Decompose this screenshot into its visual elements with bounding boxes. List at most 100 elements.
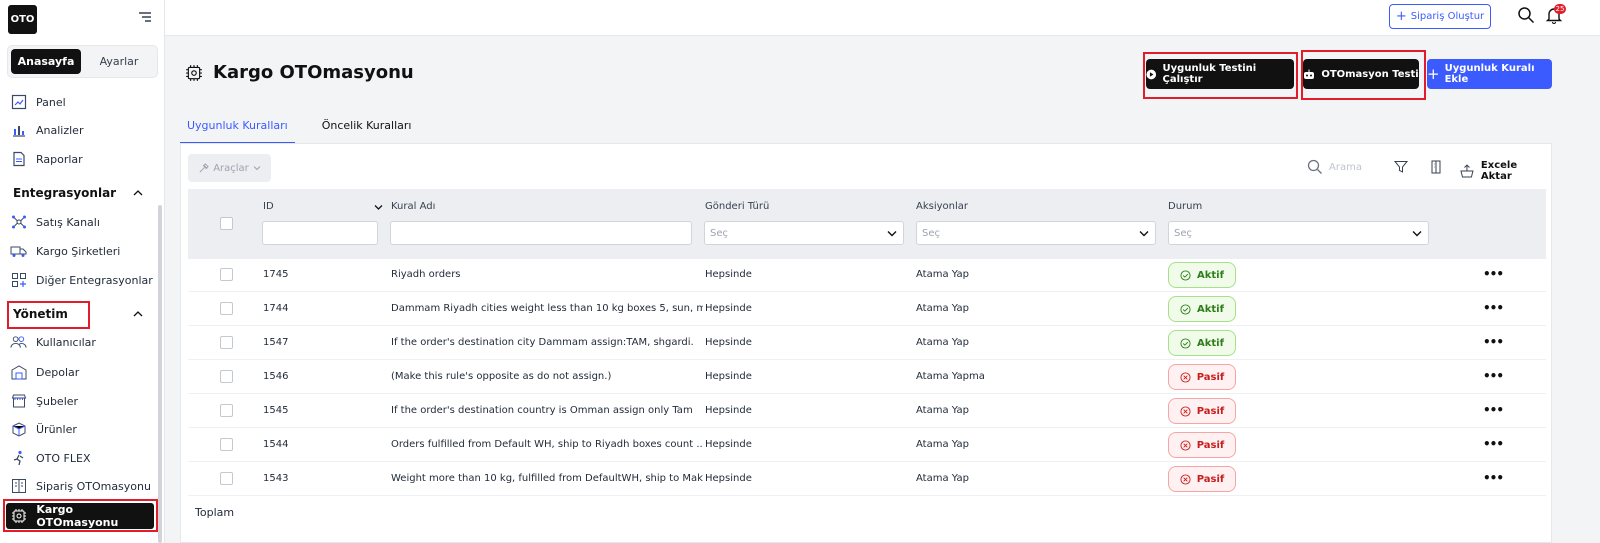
sidebar-item-analytics[interactable]: Analizler <box>10 119 158 141</box>
box-icon <box>10 421 27 438</box>
row-checkbox[interactable] <box>220 404 233 417</box>
sidebar-item-cargo-companies[interactable]: Kargo Şirketleri <box>10 240 158 262</box>
row-checkbox[interactable] <box>220 268 233 281</box>
settings-tab[interactable]: Ayarlar <box>84 49 154 74</box>
row-checkbox[interactable] <box>220 472 233 485</box>
select-all-checkbox[interactable] <box>220 217 233 230</box>
sidebar-item-cargo-automation[interactable]: Kargo OTOmasyonu <box>6 503 154 529</box>
table-row[interactable]: 1745 Riyadh orders Hepsinde Atama Yap Aktif •… <box>188 258 1546 292</box>
status-badge[interactable]: Aktif <box>1168 330 1236 356</box>
table-row[interactable]: 1547 If the order's destination city Damm… <box>188 326 1546 360</box>
col-shipment-type[interactable]: Gönderi Türü <box>705 201 769 212</box>
section-integrations[interactable]: Entegrasyonlar <box>13 186 143 200</box>
id-filter-input[interactable] <box>262 221 378 245</box>
sidebar-item-warehouses[interactable]: Depolar <box>10 361 158 383</box>
x-circle-icon <box>1180 439 1191 451</box>
table-row[interactable]: 1544 Orders fulfilled from Default WH, sh… <box>188 428 1546 462</box>
sidebar-item-reports[interactable]: Raporlar <box>10 148 158 170</box>
collapse-menu-icon[interactable] <box>138 11 152 23</box>
row-menu-icon[interactable]: ••• <box>1483 267 1504 281</box>
rule-name[interactable]: Orders fulfilled from Default WH, ship t… <box>391 439 703 450</box>
rule-id: 1547 <box>263 337 289 348</box>
report-icon <box>10 151 27 168</box>
row-menu-icon[interactable]: ••• <box>1483 437 1504 451</box>
row-menu-icon[interactable]: ••• <box>1483 369 1504 383</box>
row-checkbox[interactable] <box>220 370 233 383</box>
rule-tabs: Uygunluk Kuralları Öncelik Kuralları <box>180 116 418 144</box>
sidebar-item-order-automation[interactable]: Sipariş OTOmasyonu <box>10 475 158 497</box>
status-badge[interactable]: Pasif <box>1168 432 1236 458</box>
search-icon[interactable] <box>1517 6 1535 24</box>
home-tab[interactable]: Anasayfa <box>11 49 81 74</box>
sidebar-item-other-integrations[interactable]: Diğer Entegrasyonlar <box>10 269 158 291</box>
chevron-down-icon <box>887 230 897 236</box>
sidebar-item-users[interactable]: Kullanıcılar <box>10 331 158 353</box>
grid-plus-icon <box>10 272 27 289</box>
row-checkbox[interactable] <box>220 302 233 315</box>
sidebar-item-sales-channel[interactable]: Satış Kanalı <box>10 211 158 233</box>
actions-select[interactable]: Seç <box>916 221 1156 245</box>
status-select[interactable]: Seç <box>1168 221 1429 245</box>
plus-icon: + <box>1395 9 1407 24</box>
row-menu-icon[interactable]: ••• <box>1483 403 1504 417</box>
status-badge[interactable]: Pasif <box>1168 364 1236 390</box>
status-badge[interactable]: Pasif <box>1168 398 1236 424</box>
table-row[interactable]: 1546 (Make this rule's opposite as do not… <box>188 360 1546 394</box>
shipment-type: Hepsinde <box>705 337 752 348</box>
col-status[interactable]: Durum <box>1168 201 1202 212</box>
table-row[interactable]: 1545 If the order's destination country i… <box>188 394 1546 428</box>
filter-icon[interactable] <box>1394 160 1408 174</box>
sidebar-item-branches[interactable]: Şubeler <box>10 390 158 412</box>
shipment-type: Hepsinde <box>705 405 752 416</box>
shipment-type-select[interactable]: Seç <box>704 221 904 245</box>
create-order-button[interactable]: + Sipariş Oluştur <box>1389 4 1491 29</box>
col-rule-name[interactable]: Kural Adı <box>391 201 435 212</box>
row-checkbox[interactable] <box>220 438 233 451</box>
col-actions[interactable]: Aksiyonlar <box>916 201 968 212</box>
automation-test-button[interactable]: OTOmasyon Testi <box>1303 59 1419 89</box>
columns-icon[interactable] <box>1429 160 1443 174</box>
sidebar-scrollbar[interactable] <box>158 205 162 543</box>
row-menu-icon[interactable]: ••• <box>1483 301 1504 315</box>
sidebar-item-products[interactable]: Ürünler <box>10 418 158 440</box>
col-id[interactable]: ID <box>263 201 274 212</box>
tools-dropdown[interactable]: Araçlar <box>188 154 271 182</box>
row-menu-icon[interactable]: ••• <box>1483 471 1504 485</box>
status-badge[interactable]: Aktif <box>1168 296 1236 322</box>
rule-name-filter-input[interactable] <box>390 221 692 245</box>
rule-id: 1544 <box>263 439 289 450</box>
mode-switch: Anasayfa Ayarlar <box>7 45 158 78</box>
tab-eligibility-rules[interactable]: Uygunluk Kuralları <box>180 116 295 144</box>
store-icon <box>10 393 27 410</box>
truck-icon <box>10 243 27 260</box>
rule-name[interactable]: Dammam Riyadh cities weight less than 10… <box>391 303 703 314</box>
rule-name[interactable]: If the order's destination city Dammam a… <box>391 337 703 348</box>
row-menu-icon[interactable]: ••• <box>1483 335 1504 349</box>
notification-badge: 25 <box>1554 4 1566 14</box>
runner-icon <box>10 450 27 467</box>
status-badge[interactable]: Pasif <box>1168 466 1236 492</box>
rule-name[interactable]: (Make this rule's opposite as do not ass… <box>391 371 703 382</box>
tab-priority-rules[interactable]: Öncelik Kuralları <box>315 116 419 144</box>
check-circle-icon <box>1180 337 1191 349</box>
table-row[interactable]: 1543 Weight more than 10 kg, fulfilled fr… <box>188 462 1546 496</box>
status-badge[interactable]: Aktif <box>1168 262 1236 288</box>
chevron-down-icon[interactable] <box>374 204 383 211</box>
table-search[interactable]: Arama <box>1307 159 1362 175</box>
run-eligibility-test-button[interactable]: Uygunluk Testini Çalıştır <box>1146 59 1294 89</box>
table-row[interactable]: 1744 Dammam Riyadh cities weight less tha… <box>188 292 1546 326</box>
rule-action: Atama Yap <box>916 337 969 348</box>
section-management[interactable]: Yönetim <box>13 307 143 321</box>
add-eligibility-rule-button[interactable]: + Uygunluk Kuralı Ekle <box>1427 59 1552 89</box>
sidebar-item-oto-flex[interactable]: OTO FLEX <box>10 447 158 469</box>
row-checkbox[interactable] <box>220 336 233 349</box>
sidebar-item-panel[interactable]: Panel <box>10 91 158 113</box>
rule-action: Atama Yap <box>916 473 969 484</box>
chevron-up-icon[interactable] <box>133 309 143 319</box>
rule-name[interactable]: Riyadh orders <box>391 269 703 280</box>
app-logo[interactable]: OTO <box>8 5 37 34</box>
rule-name[interactable]: If the order's destination country is Om… <box>391 405 703 416</box>
rule-name[interactable]: Weight more than 10 kg, fulfilled from D… <box>391 473 703 484</box>
export-excel-button[interactable]: Excele Aktar <box>1459 160 1551 182</box>
chevron-up-icon[interactable] <box>133 188 143 198</box>
